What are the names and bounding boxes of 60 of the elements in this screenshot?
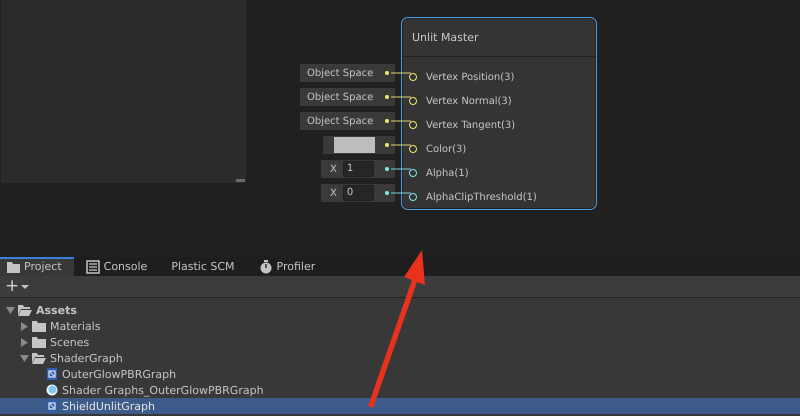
- tree-item[interactable]: OuterGlowPBRGraph: [0, 366, 800, 382]
- port-label: Vertex Tangent(3): [426, 120, 516, 130]
- port-circle[interactable]: [409, 121, 417, 129]
- panel-tab[interactable]: Project: [0, 257, 74, 276]
- space-dropdown[interactable]: Object Space: [300, 112, 395, 130]
- port-label: Vertex Position(3): [426, 72, 514, 82]
- port-label: Vertex Normal(3): [426, 96, 512, 106]
- connector-dot: [385, 143, 389, 147]
- port-circle[interactable]: [409, 97, 417, 105]
- caret-icon: [21, 284, 30, 290]
- connector-dot: [385, 119, 389, 123]
- port-circle[interactable]: [409, 169, 417, 177]
- connector-line: [391, 168, 411, 170]
- tree-item[interactable]: Assets: [0, 302, 800, 318]
- tree-item[interactable]: ShaderGraph: [0, 350, 800, 366]
- expanded-arrow-icon: [6, 306, 15, 314]
- shader-graph-icon: [46, 368, 58, 380]
- connector-dot: [385, 167, 389, 171]
- console-icon: [86, 260, 100, 274]
- space-dropdown[interactable]: Object Space: [300, 88, 395, 106]
- add-button[interactable]: +: [5, 278, 30, 295]
- value-field[interactable]: 1: [342, 161, 374, 177]
- expanded-arrow-icon: [20, 354, 29, 362]
- connector-dot: [385, 71, 389, 75]
- space-dropdown[interactable]: Object Space: [300, 64, 395, 82]
- tree-item[interactable]: Shader Graphs_OuterGlowPBRGraph: [0, 382, 800, 398]
- port-label: AlphaClipThreshold(1): [426, 192, 537, 202]
- tree-item[interactable]: ShieldUnlitGraph: [0, 398, 800, 414]
- tree-item[interactable]: Scenes: [0, 334, 800, 350]
- axis-label: X: [330, 188, 337, 198]
- connector-line: [391, 144, 411, 146]
- sphere-icon: [46, 384, 58, 396]
- folder-icon: [32, 320, 46, 332]
- stopwatch-icon: [258, 260, 273, 274]
- folder-icon: [32, 336, 46, 348]
- connector-dot: [385, 191, 389, 195]
- port-circle[interactable]: [409, 73, 417, 81]
- panel-tab[interactable]: Console: [80, 257, 160, 276]
- axis-label: X: [330, 164, 337, 174]
- value-field[interactable]: 0: [342, 185, 374, 201]
- port-label: Alpha(1): [426, 168, 469, 178]
- node-title: Unlit Master: [402, 18, 596, 57]
- connector-line: [391, 72, 411, 74]
- resize-handle[interactable]: [236, 179, 245, 182]
- folder-icon: [6, 260, 20, 274]
- connector-line: [391, 96, 411, 98]
- port-label: Color(3): [426, 144, 466, 154]
- open-folder-icon: [32, 352, 46, 364]
- panel-tab[interactable]: Profiler: [252, 257, 328, 276]
- color-swatch[interactable]: [334, 137, 375, 153]
- connector-line: [391, 120, 411, 122]
- port-circle[interactable]: [409, 193, 417, 201]
- open-folder-icon: [18, 304, 32, 316]
- connector-line: [391, 192, 411, 194]
- master-node[interactable]: Unlit Master Vertex Position(3) Vertex Normal(3) Vertex Tangent(3) Color(3) Alpha(1) AlphaClipThreshold(1): [401, 17, 597, 210]
- panel-tab[interactable]: Plastic SCM: [165, 257, 247, 276]
- tree-item[interactable]: Materials: [0, 318, 800, 334]
- port-circle[interactable]: [409, 145, 417, 153]
- connector-dot: [385, 95, 389, 99]
- shader-graph-icon: [46, 400, 58, 412]
